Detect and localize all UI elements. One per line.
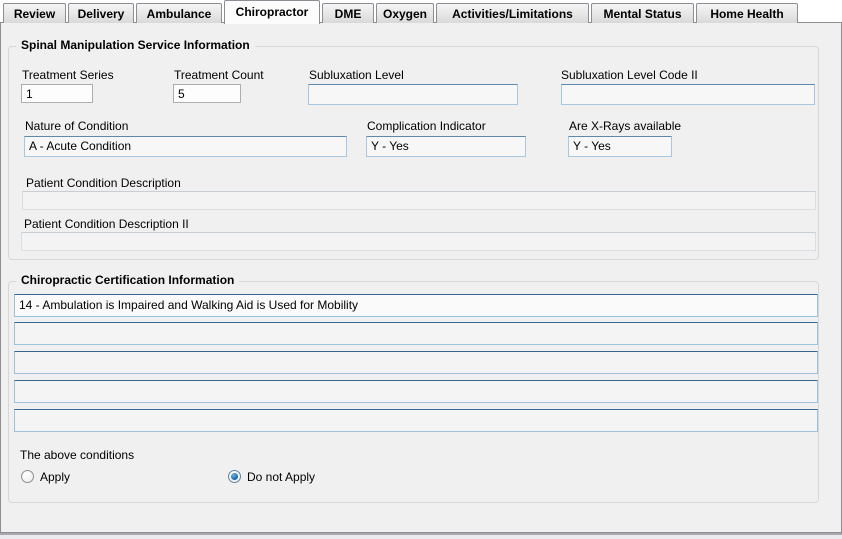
xrays-available-field[interactable]: Y - Yes bbox=[568, 136, 672, 157]
patient-condition-description2-label: Patient Condition Description II bbox=[24, 217, 189, 231]
patient-condition-description-label: Patient Condition Description bbox=[26, 176, 181, 190]
subluxation-level-field[interactable] bbox=[308, 84, 518, 105]
certification-condition-field-5[interactable] bbox=[14, 409, 818, 432]
xrays-available-label: Are X-Rays available bbox=[569, 119, 681, 133]
tab-home-health[interactable]: Home Health bbox=[696, 3, 798, 23]
treatment-series-label: Treatment Series bbox=[22, 68, 114, 82]
above-conditions-label: The above conditions bbox=[20, 448, 134, 462]
tab-delivery[interactable]: Delivery bbox=[68, 3, 134, 23]
patient-condition-description2-field[interactable] bbox=[21, 232, 816, 251]
tab-ambulance[interactable]: Ambulance bbox=[136, 3, 222, 23]
apply-radio[interactable] bbox=[21, 470, 34, 483]
window-bottom-edge bbox=[0, 533, 842, 539]
nature-of-condition-label: Nature of Condition bbox=[25, 119, 128, 133]
complication-indicator-field[interactable]: Y - Yes bbox=[366, 136, 526, 157]
subluxation-level-code2-label: Subluxation Level Code II bbox=[561, 68, 698, 82]
certification-condition-field-3[interactable] bbox=[14, 351, 818, 374]
chiropractic-certification-group-title: Chiropractic Certification Information bbox=[16, 273, 239, 287]
spinal-manipulation-group-title: Spinal Manipulation Service Information bbox=[16, 38, 255, 52]
apply-radio-label[interactable]: Apply bbox=[40, 470, 70, 484]
patient-condition-description-field[interactable] bbox=[22, 191, 816, 210]
tab-review[interactable]: Review bbox=[3, 3, 66, 23]
tab-activities-limitations[interactable]: Activities/Limitations bbox=[436, 3, 589, 23]
tab-mental-status[interactable]: Mental Status bbox=[591, 3, 694, 23]
nature-of-condition-field[interactable]: A - Acute Condition bbox=[24, 136, 347, 157]
chiropractor-form-window: Review Delivery Ambulance Chiropractor D… bbox=[0, 0, 842, 539]
complication-indicator-label: Complication Indicator bbox=[367, 119, 486, 133]
treatment-count-field[interactable]: 5 bbox=[173, 84, 241, 103]
certification-condition-field-1[interactable]: 14 - Ambulation is Impaired and Walking … bbox=[14, 294, 818, 317]
certification-condition-field-4[interactable] bbox=[14, 380, 818, 403]
certification-condition-field-2[interactable] bbox=[14, 322, 818, 345]
treatment-count-label: Treatment Count bbox=[174, 68, 264, 82]
treatment-series-field[interactable]: 1 bbox=[21, 84, 93, 103]
subluxation-level-code2-field[interactable] bbox=[561, 84, 815, 105]
subluxation-level-label: Subluxation Level bbox=[309, 68, 404, 82]
tab-oxygen[interactable]: Oxygen bbox=[376, 3, 434, 23]
do-not-apply-radio[interactable] bbox=[228, 470, 241, 483]
do-not-apply-radio-label[interactable]: Do not Apply bbox=[247, 470, 315, 484]
tab-dme[interactable]: DME bbox=[322, 3, 374, 23]
tab-chiropractor[interactable]: Chiropractor bbox=[224, 0, 320, 24]
